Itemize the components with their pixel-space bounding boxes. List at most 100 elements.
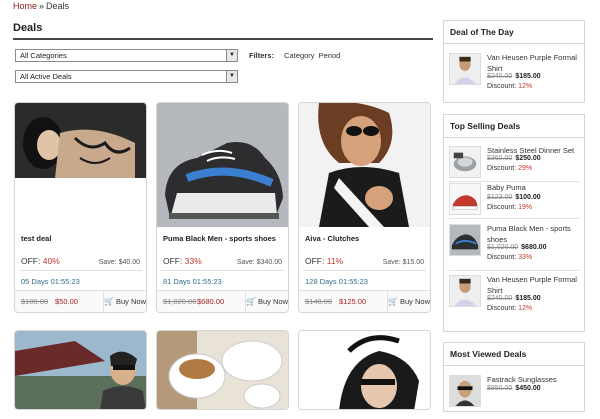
sidebar-deal-name[interactable]: Fastrack Sunglasses	[487, 374, 583, 385]
deal-thumbnail[interactable]	[449, 146, 481, 178]
deal-price: $450.00	[515, 385, 541, 392]
breadcrumb: Home» Deals	[13, 0, 69, 12]
sidebar-deal-discount: Discount: 33%	[487, 254, 532, 261]
page-title: Deals	[13, 22, 43, 34]
deal-name[interactable]: test deal	[21, 234, 51, 243]
deal-timer: 05 Days 01:55:23	[21, 277, 80, 286]
deal-discount: OFF: 11%	[305, 256, 343, 266]
off-label: OFF:	[163, 256, 183, 266]
buy-now-button[interactable]: 🛒 Buy Now	[245, 291, 288, 312]
discount-label: Discount:	[487, 83, 517, 90]
cart-icon: 🛒	[388, 297, 398, 306]
deal-price: $250.00	[515, 155, 541, 162]
title-divider	[13, 38, 433, 40]
original-price: $850.00	[487, 385, 513, 392]
most-viewed-deals-title: Most Viewed Deals	[444, 343, 584, 366]
sidebar-deal-item[interactable]: Van Heusen Purple Formal Shirt $240.00 $1…	[444, 272, 584, 319]
deal-savings: Save: $40.00	[98, 259, 140, 266]
off-percent: 33%	[184, 256, 202, 266]
sidebar-deal-item[interactable]: Fastrack Sunglasses $850.00 $450.00	[444, 372, 584, 419]
deal-status-select[interactable]: All Active Deals ▼	[15, 70, 238, 83]
discount-label: Discount:	[487, 254, 517, 261]
deal-card[interactable]: test deal OFF: 40% Save: $40.00 05 Days …	[14, 102, 147, 313]
sidebar-deal-item[interactable]: Baby Puma $123.00 $100.00 Discount: 19%	[444, 180, 584, 227]
deal-card[interactable]	[14, 330, 147, 410]
breadcrumb-home-link[interactable]: Home	[13, 1, 37, 11]
buy-now-label: Buy Now	[399, 297, 430, 306]
buy-now-label: Buy Now	[115, 297, 146, 306]
deal-card[interactable]	[156, 330, 289, 410]
breadcrumb-separator: »	[39, 1, 45, 11]
filters-label: Filters:	[249, 51, 275, 60]
deal-thumbnail[interactable]	[449, 183, 481, 215]
breadcrumb-current: Deals	[46, 1, 70, 11]
deal-card[interactable]	[298, 330, 431, 410]
sidebar-deal-item[interactable]: Puma Black Men - sports shoes $1,020.00 $…	[444, 221, 584, 271]
discount-label: Discount:	[487, 204, 517, 211]
deal-card[interactable]: Aiva - Clutches OFF: 11% Save: $15.00 12…	[298, 102, 431, 313]
deal-thumbnail[interactable]	[449, 375, 481, 407]
deal-thumbnail[interactable]	[449, 275, 481, 307]
chevron-down-icon: ▼	[226, 50, 237, 61]
discount-label: Discount:	[487, 305, 517, 312]
original-price: $1,020.00	[163, 297, 197, 306]
sidebar-deal-discount: Discount: 12%	[487, 83, 532, 90]
discount-percent: 29%	[518, 165, 533, 172]
divider	[19, 270, 142, 271]
off-percent: 11%	[326, 256, 344, 266]
off-percent: 40%	[42, 256, 60, 266]
sidebar-deal-prices: $360.00 $250.00	[487, 155, 541, 162]
sidebar-deal-item[interactable]: Van Heusen Purple Formal Shirt $240.00 $1…	[444, 50, 584, 97]
deal-price: $185.00	[515, 295, 541, 302]
sidebar-deal-prices: $850.00 $450.00	[487, 385, 541, 392]
deal-price: $185.00	[515, 73, 541, 80]
deal-footer: $100.00 $50.00 🛒 Buy Now	[15, 290, 146, 312]
deal-thumbnail[interactable]	[449, 224, 481, 256]
divider	[449, 270, 579, 271]
most-viewed-deals-box: Most Viewed Deals Fastrack Sunglasses $8…	[443, 342, 585, 412]
deal-image[interactable]	[299, 103, 430, 227]
deal-discount: OFF: 33%	[163, 256, 202, 266]
discount-percent: 19%	[518, 204, 533, 211]
deal-image[interactable]	[157, 331, 288, 410]
category-select-value: All Categories	[20, 51, 67, 60]
sidebar-deal-name[interactable]: Puma Black Men - sports shoes	[487, 223, 583, 245]
buy-now-label: Buy Now	[257, 297, 288, 306]
deal-of-the-day-title: Deal of The Day	[444, 21, 584, 44]
divider	[449, 218, 579, 219]
deal-timer: 81 Days 01:55:23	[163, 277, 222, 286]
original-price: $100.00	[21, 297, 49, 306]
cart-icon: 🛒	[104, 297, 114, 306]
chevron-down-icon: ▼	[226, 71, 237, 82]
deal-price: $680.00	[521, 244, 547, 251]
deal-image[interactable]	[299, 331, 430, 410]
deal-timer: 128 Days 01:55:23	[305, 277, 368, 286]
deal-of-the-day-box: Deal of The Day Van Heusen Purple Formal…	[443, 20, 585, 103]
sidebar-deal-discount: Discount: 19%	[487, 204, 532, 211]
sidebar-deal-name[interactable]: Baby Puma	[487, 182, 583, 193]
sidebar-deal-name[interactable]: Van Heusen Purple Formal Shirt	[487, 274, 583, 296]
original-price: $360.00	[487, 155, 513, 162]
deal-footer: $1,020.00 $680.00 🛒 Buy Now	[157, 290, 288, 312]
original-price: $240.00	[487, 73, 513, 80]
deal-card[interactable]: Puma Black Men - sports shoes OFF: 33% S…	[156, 102, 289, 313]
deal-savings: Save: $340.00	[236, 259, 282, 266]
sidebar-deal-discount: Discount: 12%	[487, 305, 532, 312]
deal-image[interactable]	[157, 103, 288, 227]
sidebar-deal-name[interactable]: Van Heusen Purple Formal Shirt	[487, 52, 583, 74]
deal-name[interactable]: Aiva - Clutches	[305, 234, 359, 243]
deal-name[interactable]: Puma Black Men - sports shoes	[163, 234, 276, 243]
buy-now-button[interactable]: 🛒 Buy Now	[387, 291, 430, 312]
deal-image[interactable]	[15, 103, 146, 227]
deal-image[interactable]	[15, 331, 146, 410]
deal-thumbnail[interactable]	[449, 53, 481, 85]
top-selling-deals-title: Top Selling Deals	[444, 115, 584, 138]
off-label: OFF:	[305, 256, 325, 266]
deal-status-select-value: All Active Deals	[20, 72, 72, 81]
filter-category[interactable]: Category	[284, 51, 314, 60]
sidebar-deal-discount: Discount: 29%	[487, 165, 532, 172]
sidebar-deal-prices: $240.00 $185.00	[487, 295, 541, 302]
filter-period[interactable]: Period	[319, 51, 341, 60]
category-select[interactable]: All Categories ▼	[15, 49, 238, 62]
buy-now-button[interactable]: 🛒 Buy Now	[103, 291, 146, 312]
